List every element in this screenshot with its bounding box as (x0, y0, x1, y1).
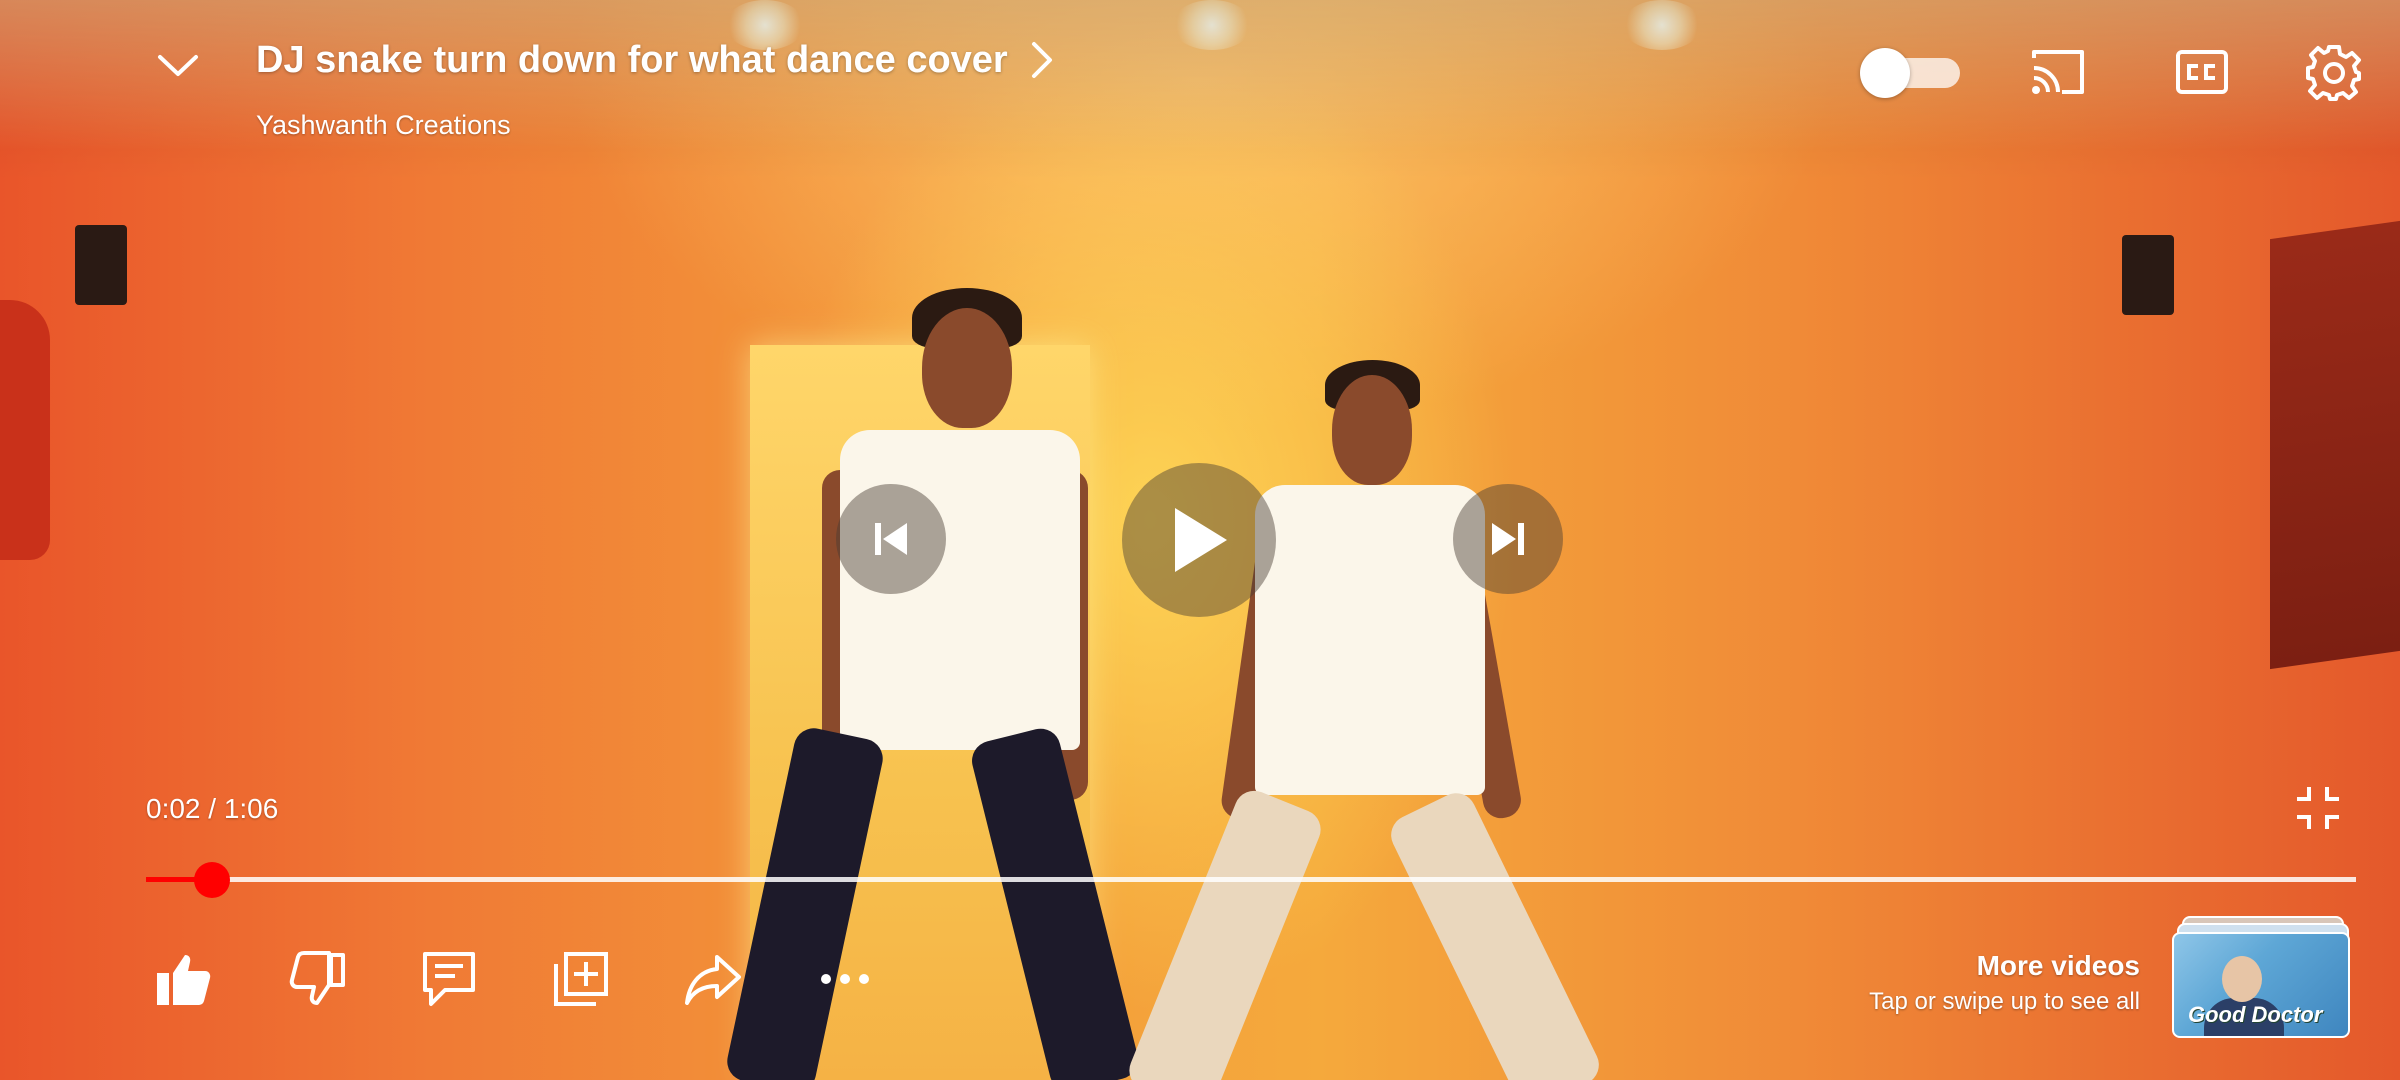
cc-icon (2176, 50, 2228, 94)
dislike-button[interactable] (286, 948, 348, 1010)
skip-next-icon (1492, 523, 1524, 555)
video-title: DJ snake turn down for what dance cover (256, 38, 1008, 81)
more-actions-button[interactable] (814, 948, 876, 1010)
channel-name[interactable]: Yashwanth Creations (256, 110, 511, 141)
more-horizontal-icon (821, 974, 869, 984)
previous-button[interactable] (836, 484, 946, 594)
cast-icon (2032, 50, 2084, 94)
play-button[interactable] (1122, 463, 1276, 617)
thumbs-up-icon (157, 955, 211, 1005)
chevron-down-icon (158, 55, 198, 76)
comments-button[interactable] (418, 948, 480, 1010)
autoplay-toggle[interactable] (1860, 48, 1960, 98)
add-to-playlist-icon (554, 952, 608, 1006)
next-button[interactable] (1453, 484, 1563, 594)
chevron-right-icon (1031, 42, 1052, 78)
more-videos[interactable]: More videos Tap or swipe up to see all (1869, 950, 2140, 1016)
share-icon (685, 955, 741, 1005)
collapse-button[interactable] (150, 38, 206, 94)
captions-button[interactable] (2170, 40, 2234, 104)
thumbnail-image: Good Doctor (2172, 932, 2350, 1038)
thumbnail-text: Good Doctor (2188, 1002, 2323, 1027)
wall-speaker (75, 225, 127, 305)
skip-previous-icon (875, 523, 907, 555)
settings-button[interactable] (2302, 40, 2366, 104)
play-icon (1175, 508, 1227, 572)
like-button[interactable] (152, 948, 214, 1010)
save-button[interactable] (550, 948, 612, 1010)
wall-panel-dark (2270, 220, 2400, 670)
wall-graphic (0, 300, 50, 560)
exit-fullscreen-button[interactable] (2295, 785, 2341, 831)
toggle-knob (1860, 48, 1910, 98)
progress-bar[interactable] (146, 862, 2356, 898)
cast-button[interactable] (2026, 40, 2090, 104)
time-display: 0:02 / 1:06 (146, 793, 279, 824)
more-videos-subtitle: Tap or swipe up to see all (1869, 988, 2140, 1015)
thumbs-down-icon (289, 951, 345, 1005)
share-button[interactable] (682, 948, 744, 1010)
exit-fullscreen-icon (2297, 787, 2339, 829)
gear-icon (2306, 45, 2361, 101)
more-videos-thumbnail[interactable]: Good Doctor (2172, 916, 2350, 1038)
title-link[interactable]: DJ snake turn down for what dance cover (256, 38, 1058, 82)
comment-icon (423, 952, 475, 1006)
more-videos-title: More videos (1976, 950, 2140, 981)
wall-speaker (2122, 235, 2174, 315)
progress-scrubber[interactable] (194, 862, 231, 898)
